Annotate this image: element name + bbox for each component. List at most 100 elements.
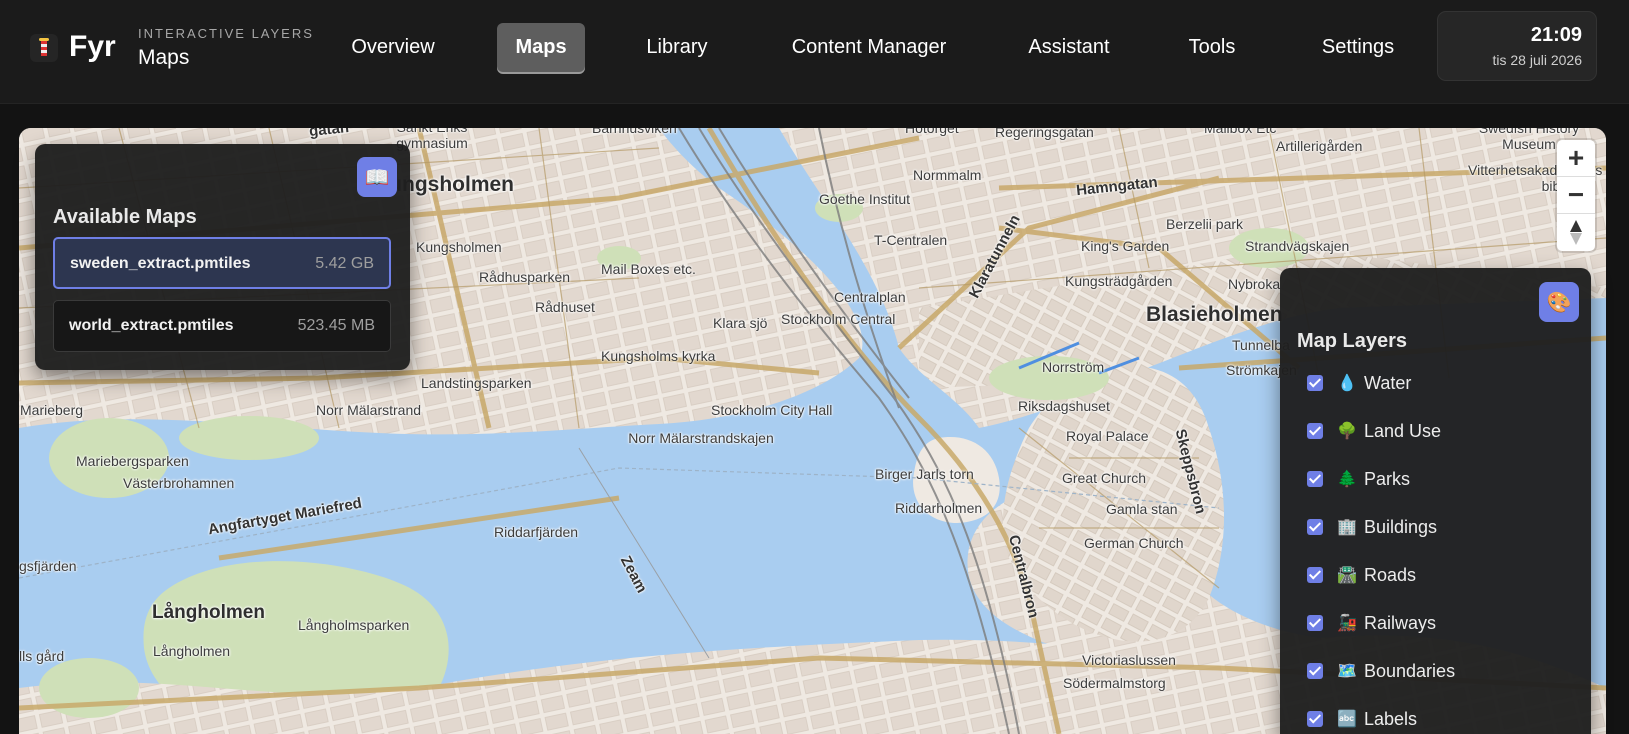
layer-checkbox[interactable] bbox=[1307, 663, 1323, 679]
layer-toggle-land-use[interactable]: 🌳 Land Use bbox=[1307, 418, 1441, 444]
layer-label: Land Use bbox=[1364, 420, 1442, 441]
nav-library[interactable]: Library bbox=[632, 23, 722, 72]
available-maps-panel: 📖 Available Maps sweden_extract.pmtiles … bbox=[35, 144, 410, 370]
nav-maps[interactable]: Maps bbox=[497, 23, 585, 72]
compass-south-icon bbox=[1570, 233, 1582, 245]
clock-widget: 21:09 tis 28 juli 2026 bbox=[1437, 11, 1597, 81]
layer-toggle-boundaries[interactable]: 🗺️ Boundaries bbox=[1307, 658, 1455, 684]
map-label-poi: Rådhusparken bbox=[479, 269, 571, 285]
map-icon: 🗺️ bbox=[1337, 663, 1357, 680]
map-label-poi: Normmalm bbox=[913, 167, 982, 183]
clock-date: tis 28 juli 2026 bbox=[1492, 52, 1582, 68]
layer-toggle-labels[interactable]: 🔤 Labels bbox=[1307, 706, 1417, 732]
map-label-poi: Strandvägskajen bbox=[1245, 238, 1350, 254]
map-label-poi: Great Church bbox=[1062, 470, 1147, 486]
layer-checkbox[interactable] bbox=[1307, 519, 1323, 535]
map-file-size: 523.45 MB bbox=[297, 317, 375, 334]
layer-label: Labels bbox=[1364, 708, 1418, 729]
map-label-poi: Berzelii park bbox=[1166, 216, 1244, 232]
map-label-poi: Mariebergsparken bbox=[76, 453, 189, 469]
layer-toggle-railways[interactable]: 🚂 Railways bbox=[1307, 610, 1436, 636]
palette-icon[interactable]: 🎨 bbox=[1539, 282, 1579, 322]
map-label-poi: Kungsholms kyrka bbox=[601, 348, 716, 364]
map-label-poi: Marieberg bbox=[20, 402, 84, 418]
evergreen-tree-icon: 🌲 bbox=[1337, 471, 1357, 488]
map-zoom-controls: + − bbox=[1557, 140, 1595, 251]
map-label-poi: Stockholm City Hall bbox=[711, 402, 833, 418]
layer-checkbox[interactable] bbox=[1307, 711, 1323, 727]
section-title: Maps bbox=[138, 46, 190, 69]
map-file-item[interactable]: sweden_extract.pmtiles 5.42 GB bbox=[53, 237, 391, 289]
map-label-poi: Victoriaslussen bbox=[1082, 652, 1176, 668]
map-label-poi: Klara sjö bbox=[713, 315, 768, 331]
layer-toggle-roads[interactable]: 🛣️ Roads bbox=[1307, 562, 1416, 588]
road-icon: 🛣️ bbox=[1337, 567, 1357, 584]
map-label-poi: Barnhusviken bbox=[592, 128, 677, 136]
water-drop-icon: 💧 bbox=[1337, 375, 1357, 392]
layer-label: Buildings bbox=[1364, 516, 1438, 537]
layer-checkbox[interactable] bbox=[1307, 471, 1323, 487]
map-file-item[interactable]: world_extract.pmtiles 523.45 MB bbox=[53, 300, 391, 352]
map-label-poi: Stockholm Central bbox=[781, 311, 896, 327]
lighthouse-logo-icon bbox=[30, 34, 58, 62]
abc-icon: 🔤 bbox=[1337, 711, 1357, 728]
map-label-poi: Artillerigården bbox=[1276, 138, 1363, 154]
layer-checkbox[interactable] bbox=[1307, 423, 1323, 439]
layer-toggle-buildings[interactable]: 🏢 Buildings bbox=[1307, 514, 1437, 540]
map-label-poi: Regeringsgatan bbox=[995, 128, 1094, 140]
map-label-poi: Gamla stan bbox=[1106, 501, 1178, 517]
map-label-poi: Norrström bbox=[1042, 359, 1105, 375]
available-maps-title: Available Maps bbox=[53, 206, 197, 228]
map-label-poi: Kungsholmen bbox=[416, 239, 502, 255]
clock-time: 21:09 bbox=[1530, 24, 1582, 46]
map-file-name: sweden_extract.pmtiles bbox=[70, 255, 251, 272]
map-label-poi: Nybroka bbox=[1228, 276, 1281, 292]
map-layers-panel: 🎨 Map Layers 💧 Water 🌳 Land Use 🌲 Parks … bbox=[1280, 268, 1591, 734]
layer-checkbox[interactable] bbox=[1307, 375, 1323, 391]
layer-label: Boundaries bbox=[1364, 660, 1456, 681]
zoom-in-button[interactable]: + bbox=[1557, 140, 1595, 177]
nav-overview[interactable]: Overview bbox=[337, 23, 449, 72]
map-file-size: 5.42 GB bbox=[315, 255, 374, 272]
building-icon: 🏢 bbox=[1337, 519, 1357, 536]
map-book-icon[interactable]: 📖 bbox=[357, 157, 397, 197]
nav-settings[interactable]: Settings bbox=[1306, 23, 1410, 72]
map-label-poi: Goethe Institut bbox=[819, 191, 911, 207]
map-label-poi: lls gård bbox=[19, 648, 65, 664]
map-label-poi: Royal Palace bbox=[1066, 428, 1149, 444]
layer-checkbox[interactable] bbox=[1307, 567, 1323, 583]
map-label-poi: Hötorget bbox=[905, 128, 959, 136]
zoom-out-button[interactable]: − bbox=[1557, 177, 1595, 214]
app-header: Fyr INTERACTIVE LAYERS Maps Overview Map… bbox=[0, 0, 1629, 104]
section-eyebrow: INTERACTIVE LAYERS bbox=[138, 26, 314, 41]
compass-reset-button[interactable] bbox=[1557, 214, 1595, 251]
nav-content-manager[interactable]: Content Manager bbox=[774, 23, 964, 72]
map-label-poi: Norr Mälarstrandskajen bbox=[628, 430, 774, 446]
map-label-poi: Mail Boxes etc. bbox=[601, 261, 696, 277]
map-layers-title: Map Layers bbox=[1297, 330, 1408, 352]
map-label-poi: Norr Mälarstrand bbox=[316, 402, 422, 418]
map-label-poi: T-Centralen bbox=[874, 232, 948, 248]
layer-checkbox[interactable] bbox=[1307, 615, 1323, 631]
map-label-poi: Mailbox Etc bbox=[1204, 128, 1277, 136]
map-label-poi: Landstingsparken bbox=[421, 375, 532, 391]
map-label-poi: Rådhuset bbox=[535, 299, 595, 315]
compass-north-icon bbox=[1570, 220, 1582, 232]
nav-assistant[interactable]: Assistant bbox=[1013, 23, 1125, 72]
map-label-poi: Riksdagshuset bbox=[1018, 398, 1110, 414]
layer-label: Water bbox=[1364, 372, 1412, 393]
map-label-poi: Kungsträdgården bbox=[1065, 273, 1173, 289]
map-label-poi: gsfjärden bbox=[19, 558, 77, 574]
map-label-poi: Riddarholmen bbox=[895, 500, 983, 516]
brand-name: Fyr bbox=[69, 30, 116, 63]
map-label-poi: Södermalmstorg bbox=[1063, 675, 1166, 691]
layer-label: Railways bbox=[1364, 612, 1437, 633]
layer-toggle-parks[interactable]: 🌲 Parks bbox=[1307, 466, 1410, 492]
map-file-name: world_extract.pmtiles bbox=[69, 317, 234, 334]
train-icon: 🚂 bbox=[1337, 615, 1357, 632]
map-label-poi: Riddarfjärden bbox=[494, 524, 579, 540]
layer-toggle-water[interactable]: 💧 Water bbox=[1307, 370, 1411, 396]
nav-tools[interactable]: Tools bbox=[1175, 23, 1249, 72]
layer-label: Roads bbox=[1364, 564, 1417, 585]
map-label-poi: Långholmen bbox=[153, 643, 231, 659]
